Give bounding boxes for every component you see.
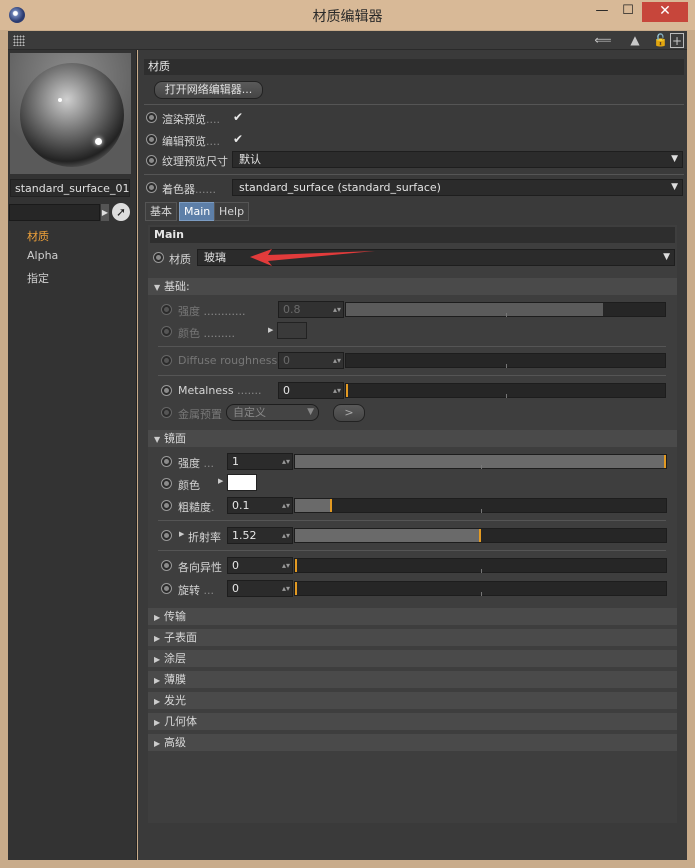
material-editor-window: 材质编辑器 — ☐ ✕ ⟸ ▲ 🔓 + standard_surface_01 … bbox=[0, 0, 695, 868]
annotation-arrow-icon bbox=[250, 249, 375, 266]
